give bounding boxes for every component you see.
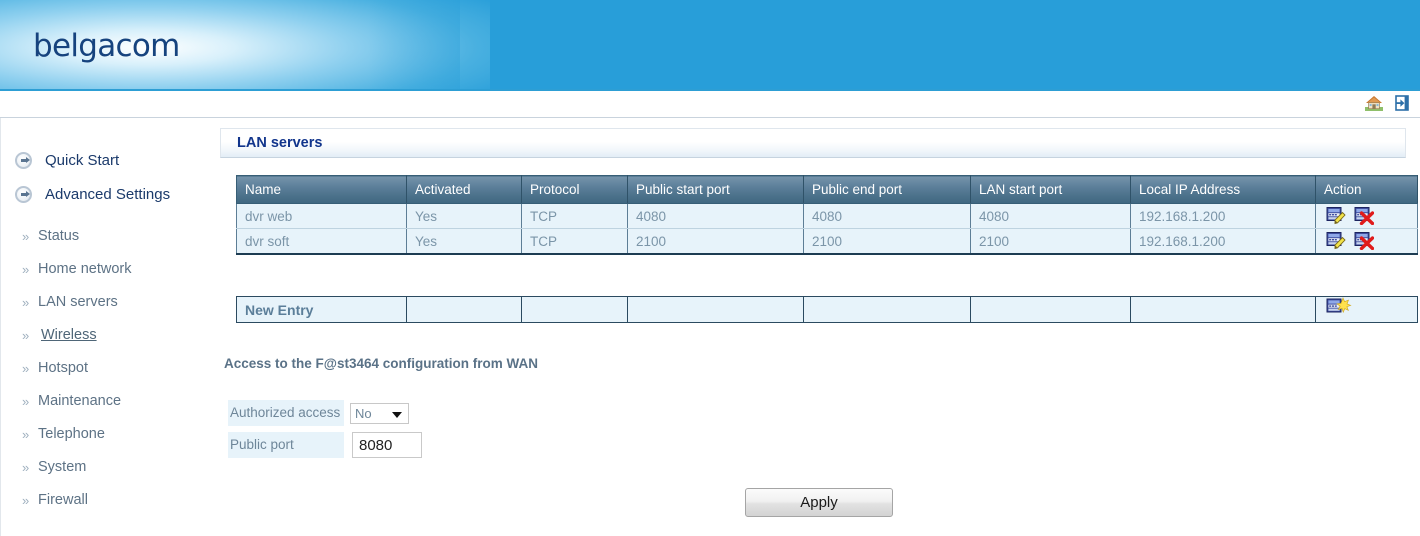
sidebar-item-label: System [38,459,87,475]
sidebar-item-label: Status [38,228,80,244]
new-entry-cell-public-start-port [627,296,804,323]
page-title-bar: LAN servers [220,128,1406,158]
logout-icon[interactable] [1392,93,1412,113]
chevron-right-icon: » [22,493,30,508]
new-entry-cell-activated [406,296,522,323]
column-header-lan-start-port: LAN start port [970,175,1131,204]
chevron-down-icon [392,411,402,418]
wan-access-heading: Access to the F@st3464 configuration fro… [224,356,538,371]
sidebar-item-hotspot[interactable]: » Hotspot [1,352,196,385]
sidebar-item-label: Home network [38,261,132,277]
sidebar-item-maintenance[interactable]: » Maintenance [1,385,196,418]
delete-entry-icon[interactable] [1354,231,1375,253]
delete-entry-icon[interactable] [1354,206,1375,228]
cell-name: dvr web [236,203,407,229]
column-header-protocol: Protocol [521,175,628,204]
column-header-local-ip-address: Local IP Address [1130,175,1316,204]
router-admin-page: belgacom Quick Start Advanced Settings »… [0,0,1420,536]
chevron-right-icon: » [22,328,30,343]
new-entry-row[interactable]: New Entry [236,296,1418,323]
sidebar-item-label: Hotspot [38,360,88,376]
cell-lan-start-port: 4080 [970,203,1131,229]
cell-activated: Yes [406,203,522,229]
chevron-right-icon: » [22,361,30,376]
new-entry-cell-local-ip [1130,296,1316,323]
sidebar-item-label: Wireless [41,327,97,343]
sidebar-item-label: Advanced Settings [45,186,171,203]
public-port-label: Public port [228,432,344,458]
sidebar-item-label: Quick Start [45,152,120,169]
sidebar-item-quick-start[interactable]: Quick Start [1,152,196,170]
cell-public-end-port: 2100 [803,228,971,255]
cell-activated: Yes [406,228,522,255]
new-entry-cell-public-end-port [803,296,971,323]
cell-protocol: TCP [521,228,628,255]
add-entry-icon[interactable] [1326,297,1352,321]
authorized-access-value: No [355,405,372,421]
new-entry-table: New Entry [236,296,1418,323]
chevron-right-icon: » [22,262,30,277]
sidebar-item-telephone[interactable]: » Telephone [1,418,196,451]
sidebar-item-firewall[interactable]: » Firewall [1,484,196,517]
new-entry-cell-protocol [521,296,628,323]
new-entry-cell-lan-start-port [970,296,1131,323]
sidebar-item-label: Maintenance [38,393,122,409]
chevron-right-icon: » [22,460,30,475]
top-icon-bar [0,91,1420,118]
sidebar-sub-group: » Status » Home network » LAN servers » … [1,220,196,517]
edit-entry-icon[interactable] [1326,231,1346,253]
sidebar-main-group: Quick Start Advanced Settings [1,118,196,204]
cell-name: dvr soft [236,228,407,255]
table-header-row: Name Activated Protocol Public start por… [236,175,1418,204]
wan-access-form: Authorized access No Public port [228,400,422,464]
belgacom-logo: belgacom [33,28,180,64]
chevron-right-icon: » [22,295,30,310]
sidebar-item-wireless[interactable]: » Wireless [1,319,196,352]
column-header-activated: Activated [406,175,522,204]
column-header-name: Name [236,175,407,204]
column-header-public-start-port: Public start port [627,175,804,204]
public-port-row: Public port [228,432,422,458]
chevron-right-icon: » [22,229,30,244]
cell-public-start-port: 4080 [627,203,804,229]
chevron-right-icon: » [22,394,30,409]
cell-action [1315,228,1418,255]
cell-lan-start-port: 2100 [970,228,1131,255]
cell-protocol: TCP [521,203,628,229]
sidebar-item-status[interactable]: » Status [1,220,196,253]
page-header: belgacom [0,0,1420,91]
sidebar-item-system[interactable]: » System [1,451,196,484]
cell-local-ip: 192.168.1.200 [1130,203,1316,229]
cell-local-ip: 192.168.1.200 [1130,228,1316,255]
apply-button[interactable]: Apply [745,488,893,517]
sidebar-item-home-network[interactable]: » Home network [1,253,196,286]
home-icon[interactable] [1364,93,1384,113]
new-entry-label: New Entry [236,296,407,323]
arrow-circle-icon [15,152,32,169]
sidebar-item-label: Telephone [38,426,105,442]
table-row: dvr web Yes TCP 4080 4080 4080 192.168.1… [236,203,1418,229]
authorized-access-row: Authorized access No [228,400,422,426]
column-header-public-end-port: Public end port [803,175,971,204]
new-entry-cell-action [1315,296,1418,323]
authorized-access-label: Authorized access [228,400,344,426]
edit-entry-icon[interactable] [1326,206,1346,228]
sidebar-item-advanced-settings[interactable]: Advanced Settings [1,186,196,204]
chevron-right-icon: » [22,427,30,442]
public-port-input[interactable] [352,432,422,458]
top-icon-group [1364,93,1412,113]
arrow-circle-icon [15,186,32,203]
sidebar-item-label: Firewall [38,492,88,508]
cell-public-start-port: 2100 [627,228,804,255]
column-header-action: Action [1315,175,1418,204]
table-row: dvr soft Yes TCP 2100 2100 2100 192.168.… [236,228,1418,255]
sidebar-navigation: Quick Start Advanced Settings » Status »… [0,118,197,536]
page-title: LAN servers [237,135,323,151]
authorized-access-select[interactable]: No [350,402,409,424]
cell-public-end-port: 4080 [803,203,971,229]
sidebar-item-label: LAN servers [38,294,118,310]
sidebar-item-lan-servers[interactable]: » LAN servers [1,286,196,319]
cell-action [1315,203,1418,229]
lan-servers-table: Name Activated Protocol Public start por… [236,175,1418,255]
